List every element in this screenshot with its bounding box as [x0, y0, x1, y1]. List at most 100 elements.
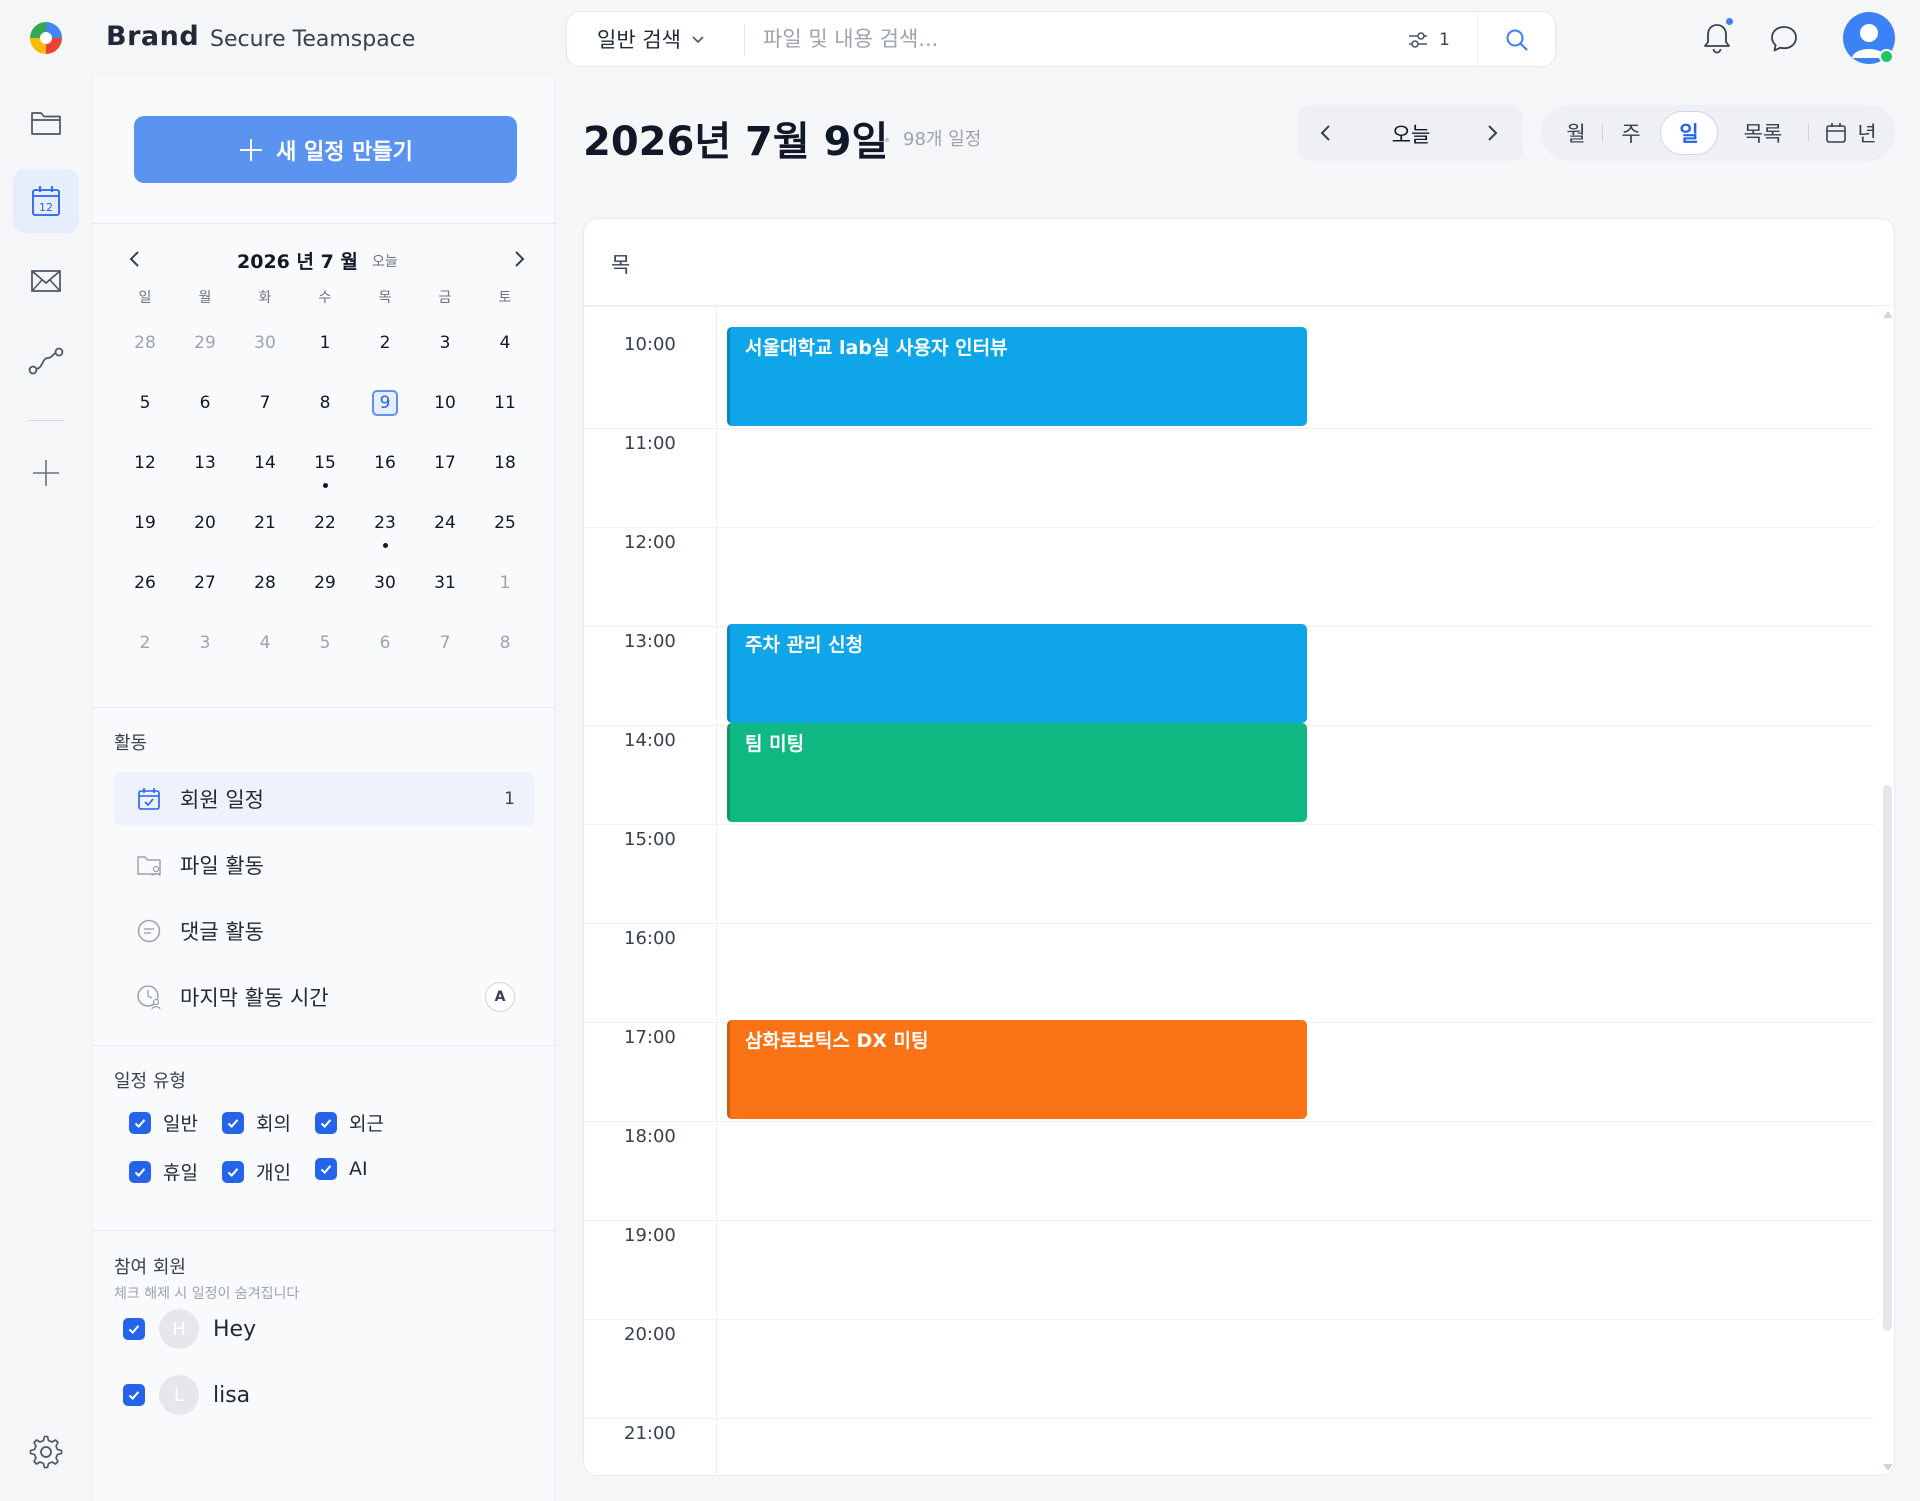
- activity-item-member-schedule[interactable]: 회원 일정 1: [114, 772, 535, 826]
- activity-item-comment-activity[interactable]: 댓글 활동: [114, 904, 535, 958]
- mini-calendar-day[interactable]: 5: [115, 379, 175, 439]
- mini-calendar-day[interactable]: 10: [415, 379, 475, 439]
- mini-calendar-next-button[interactable]: [505, 245, 533, 273]
- calendar-event[interactable]: 팀 미팅: [727, 723, 1307, 822]
- mini-calendar-day[interactable]: 4: [475, 319, 535, 379]
- calendar-icon: [1825, 122, 1847, 144]
- mini-calendar-day[interactable]: 5: [295, 619, 355, 679]
- mini-calendar-day[interactable]: 1: [295, 319, 355, 379]
- prev-day-button[interactable]: [1312, 119, 1340, 147]
- mini-calendar-day[interactable]: 4: [235, 619, 295, 679]
- checkbox-checked-icon[interactable]: [123, 1384, 145, 1406]
- event-type-checkbox[interactable]: 개인: [222, 1158, 291, 1185]
- settings-gear-icon: [29, 1435, 63, 1469]
- calendar-event[interactable]: 서울대학교 lab실 사용자 인터뷰: [727, 327, 1307, 426]
- mini-calendar-day-selected[interactable]: 9: [355, 379, 415, 439]
- new-event-button[interactable]: 새 일정 만들기: [134, 116, 517, 183]
- mini-calendar-day[interactable]: 28: [115, 319, 175, 379]
- mini-calendar-day[interactable]: 2: [355, 319, 415, 379]
- mini-calendar-day[interactable]: 18: [475, 439, 535, 499]
- search-filter-button[interactable]: 1: [1407, 24, 1450, 56]
- mini-calendar-day-number: 25: [494, 513, 516, 533]
- view-day-button[interactable]: 일: [1660, 111, 1718, 155]
- mini-calendar-day[interactable]: 6: [355, 619, 415, 679]
- day-scrollbar[interactable]: [1880, 307, 1894, 1475]
- mini-calendar-day[interactable]: 30: [355, 559, 415, 619]
- view-month-button[interactable]: 월: [1551, 111, 1601, 155]
- rail-item-calendar[interactable]: 12: [13, 169, 79, 233]
- mini-calendar-day[interactable]: 26: [115, 559, 175, 619]
- event-type-checkbox[interactable]: 회의: [222, 1109, 291, 1136]
- scroll-thumb[interactable]: [1883, 785, 1892, 1331]
- mini-calendar-day[interactable]: 24: [415, 499, 475, 559]
- mini-calendar-day[interactable]: 19: [115, 499, 175, 559]
- chat-bubble-icon[interactable]: [1767, 22, 1801, 56]
- mini-calendar-day[interactable]: 22: [295, 499, 355, 559]
- mini-calendar-day[interactable]: 29: [175, 319, 235, 379]
- mini-calendar-day[interactable]: 1: [475, 559, 535, 619]
- event-type-checkbox[interactable]: 외근: [315, 1109, 384, 1136]
- mini-calendar-day[interactable]: 12: [115, 439, 175, 499]
- member-item[interactable]: H Hey: [123, 1309, 256, 1349]
- next-day-button[interactable]: [1478, 119, 1506, 147]
- event-type-checkbox[interactable]: 일반: [129, 1109, 198, 1136]
- mini-calendar-day[interactable]: 15: [295, 439, 355, 499]
- view-separator: [1808, 124, 1809, 142]
- page-title: 2026년 7월 9일: [583, 119, 889, 165]
- mini-calendar-day[interactable]: 21: [235, 499, 295, 559]
- mini-calendar-day[interactable]: 16: [355, 439, 415, 499]
- mini-calendar-day[interactable]: 29: [295, 559, 355, 619]
- mini-calendar-day-number: 18: [494, 453, 516, 473]
- mini-calendar-day[interactable]: 3: [175, 619, 235, 679]
- mini-calendar-day[interactable]: 30: [235, 319, 295, 379]
- activity-item-label: 마지막 활동 시간: [180, 986, 329, 1010]
- sidebar-divider: [93, 223, 556, 224]
- rail-add-button[interactable]: [13, 441, 79, 505]
- mini-calendar-day-number: 20: [194, 513, 216, 533]
- view-year-button[interactable]: 년: [1811, 111, 1891, 155]
- event-type-checkbox[interactable]: 휴일: [129, 1158, 198, 1185]
- rail-item-workflow[interactable]: [13, 329, 79, 393]
- view-week-button[interactable]: 주: [1603, 111, 1659, 155]
- mini-calendar-day[interactable]: 2: [115, 619, 175, 679]
- search-button[interactable]: [1497, 24, 1537, 56]
- member-item[interactable]: Llisa: [123, 1375, 250, 1415]
- calendar-event[interactable]: 삼화로보틱스 DX 미팅: [727, 1020, 1307, 1119]
- mini-calendar-day[interactable]: 20: [175, 499, 235, 559]
- route-icon: [27, 346, 65, 376]
- mini-calendar-day-number: 27: [194, 573, 216, 593]
- mini-calendar-day[interactable]: 13: [175, 439, 235, 499]
- mini-calendar-day[interactable]: 7: [235, 379, 295, 439]
- mini-calendar-day[interactable]: 14: [235, 439, 295, 499]
- hour-label: 18:00: [624, 1126, 676, 1147]
- mini-calendar-day[interactable]: 3: [415, 319, 475, 379]
- mini-calendar-day[interactable]: 31: [415, 559, 475, 619]
- scroll-down-arrow[interactable]: [1883, 1464, 1893, 1471]
- activity-item-last-active-time[interactable]: 마지막 활동 시간 A: [114, 970, 535, 1024]
- calendar-event[interactable]: 주차 관리 신청: [727, 624, 1307, 723]
- app-logo-icon[interactable]: [28, 20, 64, 56]
- rail-item-files[interactable]: [13, 91, 79, 155]
- activity-item-file-activity[interactable]: 파일 활동: [114, 838, 535, 892]
- mini-calendar-today-button[interactable]: 오늘: [372, 251, 398, 271]
- mini-calendar-day[interactable]: 6: [175, 379, 235, 439]
- event-type-checkbox[interactable]: AI: [315, 1158, 368, 1180]
- search-input[interactable]: [763, 20, 1323, 58]
- search-scope-dropdown[interactable]: 일반 검색: [567, 12, 743, 66]
- mini-calendar-day[interactable]: 28: [235, 559, 295, 619]
- scroll-up-arrow[interactable]: [1883, 311, 1893, 318]
- mini-calendar-day[interactable]: 8: [475, 619, 535, 679]
- view-list-button[interactable]: 목록: [1719, 111, 1807, 155]
- mini-calendar-day[interactable]: 11: [475, 379, 535, 439]
- checkbox-checked-icon[interactable]: [123, 1318, 145, 1340]
- mini-calendar-day[interactable]: 23: [355, 499, 415, 559]
- mini-calendar-day[interactable]: 17: [415, 439, 475, 499]
- mini-calendar-day[interactable]: 27: [175, 559, 235, 619]
- rail-item-mail[interactable]: [13, 249, 79, 313]
- rail-settings-button[interactable]: [13, 1420, 79, 1484]
- mini-calendar-day[interactable]: 25: [475, 499, 535, 559]
- today-button[interactable]: 오늘: [1361, 119, 1461, 149]
- mini-calendar-day[interactable]: 8: [295, 379, 355, 439]
- mini-calendar-day[interactable]: 7: [415, 619, 475, 679]
- mini-calendar-prev-button[interactable]: [121, 245, 149, 273]
